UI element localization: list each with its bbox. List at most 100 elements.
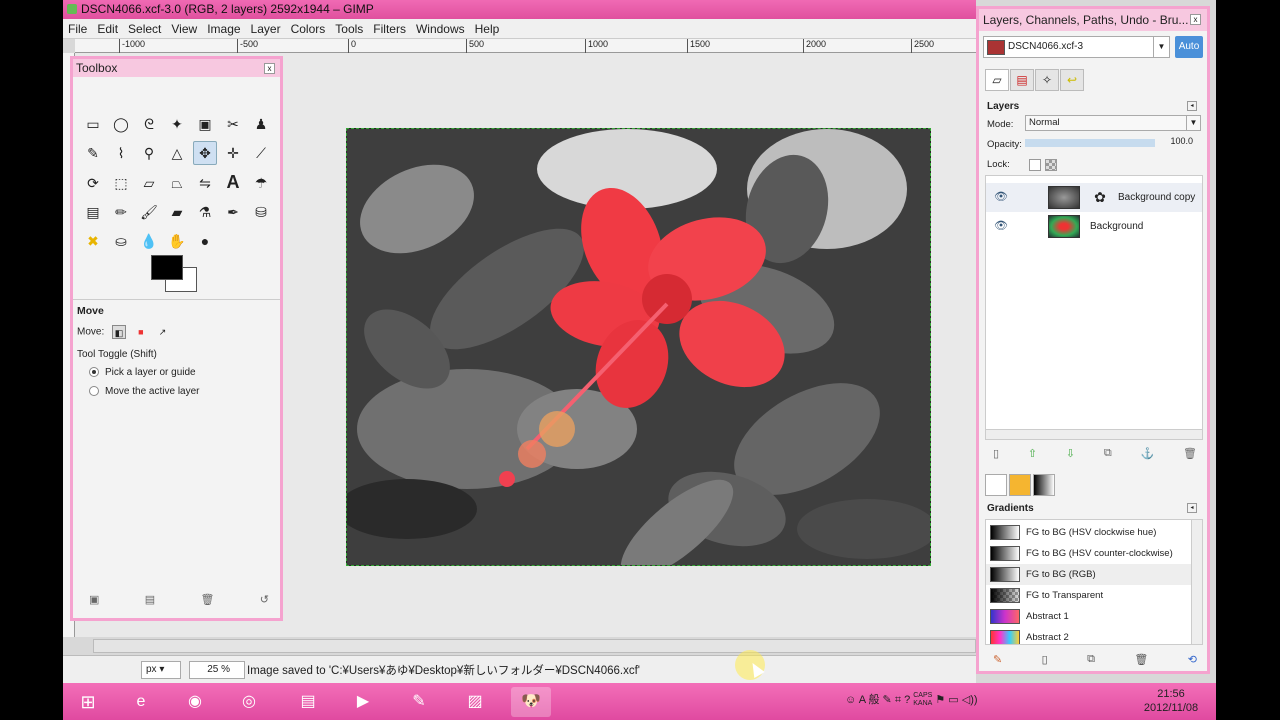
- rect-select-icon[interactable]: ▭: [81, 112, 105, 136]
- ellipse-select-icon[interactable]: ◯: [109, 112, 133, 136]
- ime-icon[interactable]: ☺: [845, 694, 856, 706]
- perspective-icon[interactable]: ⏢: [165, 171, 189, 195]
- layer-row[interactable]: 👁 Background: [986, 212, 1202, 241]
- duplicate-layer-icon[interactable]: ⧉: [1104, 447, 1112, 460]
- move-selection-icon[interactable]: ■: [134, 325, 148, 339]
- color-select-icon[interactable]: ▣: [193, 112, 217, 136]
- airbrush-icon[interactable]: ⚗: [193, 200, 217, 224]
- menu-tools[interactable]: Tools: [330, 19, 368, 39]
- bucket-fill-icon[interactable]: ⛀: [109, 229, 133, 253]
- brushes-tab-icon[interactable]: [985, 474, 1007, 496]
- image-canvas[interactable]: [346, 128, 931, 566]
- blur-icon[interactable]: 💧: [137, 229, 161, 253]
- gradient-item[interactable]: FG to Transparent: [986, 585, 1192, 606]
- close-icon[interactable]: x: [264, 63, 275, 74]
- new-layer-icon[interactable]: ▯: [993, 447, 999, 460]
- close-icon[interactable]: x: [1190, 14, 1201, 25]
- menu-filters[interactable]: Filters: [368, 19, 411, 39]
- align-icon[interactable]: ✛: [221, 141, 245, 165]
- lock-pixels-checkbox[interactable]: [1029, 159, 1041, 171]
- eraser-icon[interactable]: ▰: [165, 200, 189, 224]
- move-layer-icon[interactable]: ◧: [112, 325, 127, 339]
- tab-layers-icon[interactable]: ▱: [985, 69, 1009, 91]
- menu-file[interactable]: File: [63, 19, 92, 39]
- image-select[interactable]: DSCN4066.xcf-3 ▼: [983, 36, 1170, 58]
- paths-icon[interactable]: ✎: [81, 141, 105, 165]
- flip-icon[interactable]: ⇋: [193, 171, 217, 195]
- tab-paths-icon[interactable]: ✧: [1035, 69, 1059, 91]
- smudge-icon[interactable]: ✖: [81, 229, 105, 253]
- ie-icon[interactable]: e: [121, 687, 161, 717]
- unit-select[interactable]: px ▾: [141, 661, 181, 679]
- reset-options-icon[interactable]: ↺: [260, 593, 269, 606]
- eye-icon[interactable]: 👁: [994, 212, 1008, 241]
- menu-colors[interactable]: Colors: [286, 19, 331, 39]
- explorer-icon[interactable]: ▤: [288, 687, 328, 717]
- measure-icon[interactable]: △: [165, 141, 189, 165]
- gimp-taskbar-icon[interactable]: 🐶: [511, 687, 551, 717]
- crop-icon[interactable]: ⟋: [249, 141, 273, 165]
- paintbrush-icon[interactable]: 🖌: [137, 200, 161, 224]
- ime-tools-icon[interactable]: ✎ ⌗ ?: [883, 694, 911, 706]
- clone-icon[interactable]: ⛁: [249, 200, 273, 224]
- shear-icon[interactable]: ▱: [137, 171, 161, 195]
- menu-select[interactable]: Select: [123, 19, 166, 39]
- heal-icon[interactable]: ☂: [249, 171, 273, 195]
- dodge-icon[interactable]: ✋: [165, 229, 189, 253]
- raise-layer-icon[interactable]: ⇧: [1028, 447, 1037, 460]
- menu-view[interactable]: View: [166, 19, 202, 39]
- blend-icon[interactable]: ▤: [81, 200, 105, 224]
- gradient-item[interactable]: FG to BG (HSV counter-clockwise): [986, 543, 1192, 564]
- free-select-icon[interactable]: ᘓ: [137, 112, 161, 136]
- ink-icon[interactable]: ✒: [221, 200, 245, 224]
- lower-layer-icon[interactable]: ⇩: [1066, 447, 1075, 460]
- foreground-color-swatch[interactable]: [151, 255, 183, 280]
- patterns-tab-icon[interactable]: [1009, 474, 1031, 496]
- menu-windows[interactable]: Windows: [411, 19, 470, 39]
- radio-move-active-layer[interactable]: Move the active layer: [89, 386, 200, 397]
- foreground-select-icon[interactable]: ♟: [249, 112, 273, 136]
- move-tool-icon[interactable]: ✥: [193, 140, 217, 165]
- horizontal-ruler[interactable]: -1000 -500 0 500 1000 1500 2000 2500: [75, 39, 976, 53]
- opacity-slider[interactable]: 100.0: [1025, 136, 1201, 150]
- clock[interactable]: 21:56 2012/11/08: [1131, 687, 1211, 715]
- anchor-icon[interactable]: ⚓: [1140, 447, 1154, 460]
- paint-icon[interactable]: ✎: [399, 687, 439, 717]
- tab-undo-icon[interactable]: ↩: [1060, 69, 1084, 91]
- layer-row[interactable]: 👁 ✿ Background copy: [986, 183, 1202, 212]
- delete-options-icon[interactable]: 🗑: [200, 593, 214, 606]
- ime-mode[interactable]: A 般: [859, 694, 880, 706]
- menu-image[interactable]: Image: [202, 19, 245, 39]
- duplicate-gradient-icon[interactable]: ⧉: [1087, 653, 1095, 666]
- auto-button[interactable]: Auto: [1175, 36, 1203, 58]
- burn-icon[interactable]: ●: [193, 229, 217, 253]
- edit-gradient-icon[interactable]: ✎: [993, 653, 1002, 666]
- chrome-icon[interactable]: ◎: [229, 687, 269, 717]
- scissors-icon[interactable]: ✂: [221, 112, 245, 136]
- fuzzy-select-icon[interactable]: ✦: [165, 112, 189, 136]
- panel-menu-icon[interactable]: ◂: [1187, 503, 1197, 513]
- start-button-icon[interactable]: ⊞: [68, 687, 108, 717]
- tab-channels-icon[interactable]: ▤: [1010, 69, 1034, 91]
- sticky-notes-icon[interactable]: ▨: [455, 687, 495, 717]
- text-icon[interactable]: A: [221, 170, 245, 194]
- menu-help[interactable]: Help: [470, 19, 505, 39]
- delete-gradient-icon[interactable]: 🗑: [1134, 653, 1148, 666]
- gradient-item[interactable]: FG to BG (HSV clockwise hue): [986, 522, 1192, 543]
- panel-menu-icon[interactable]: ◂: [1187, 101, 1197, 111]
- network-icon[interactable]: ⚑ ▭ ◁)): [935, 694, 977, 706]
- menu-edit[interactable]: Edit: [92, 19, 123, 39]
- firefox-icon[interactable]: ◉: [175, 687, 215, 717]
- eye-icon[interactable]: 👁: [994, 183, 1008, 212]
- move-path-icon[interactable]: ↗: [156, 325, 170, 339]
- rotate-icon[interactable]: ⟳: [81, 171, 105, 195]
- media-player-icon[interactable]: ▶: [343, 687, 383, 717]
- horizontal-scrollbar[interactable]: [93, 639, 976, 653]
- gradient-item[interactable]: Abstract 1: [986, 606, 1192, 627]
- gradient-item[interactable]: FG to BG (RGB): [986, 564, 1192, 585]
- layers-scrollbar[interactable]: [985, 429, 1203, 440]
- radio-pick-layer[interactable]: Pick a layer or guide: [89, 367, 196, 378]
- gradients-scrollbar[interactable]: [1191, 520, 1202, 644]
- lock-alpha-icon[interactable]: [1045, 159, 1057, 171]
- zoom-select[interactable]: 25 %: [189, 661, 245, 679]
